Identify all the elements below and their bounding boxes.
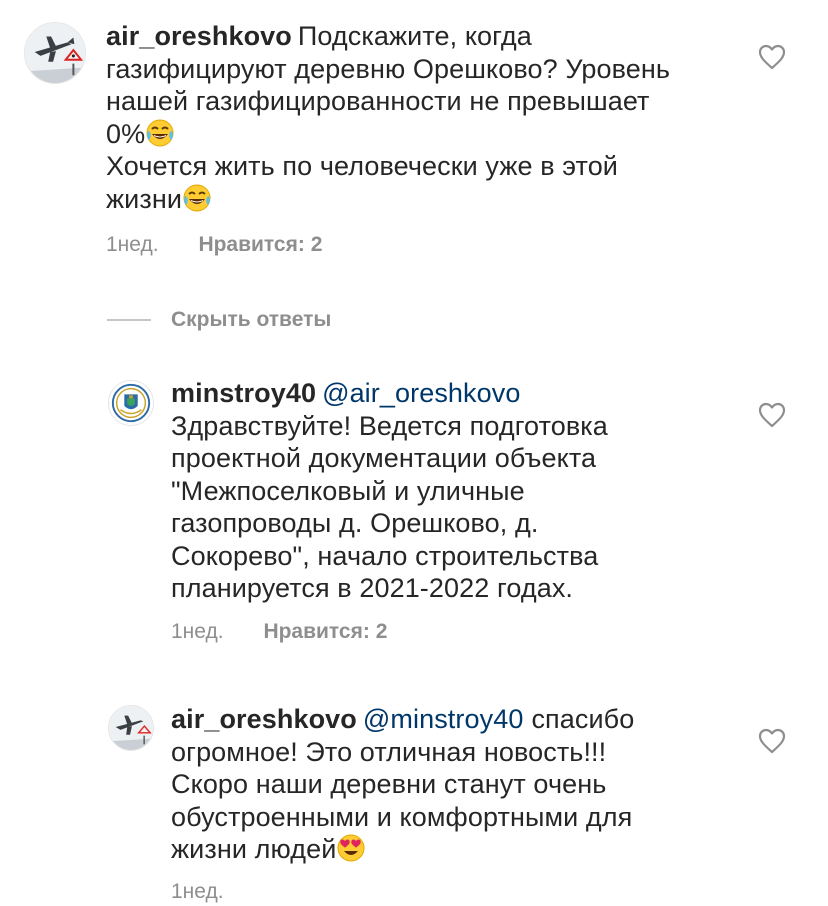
face-with-tears-of-joy-emoji bbox=[182, 183, 212, 213]
comment-username[interactable]: air_oreshkovo bbox=[106, 21, 292, 51]
avatar-airplane-image bbox=[25, 23, 85, 83]
likes-count-button[interactable]: Нравится: 2 bbox=[263, 620, 387, 644]
avatar[interactable] bbox=[108, 705, 154, 751]
hide-replies-button[interactable]: Скрыть ответы bbox=[107, 306, 331, 334]
replies-divider-line bbox=[107, 319, 151, 321]
like-heart-icon[interactable] bbox=[758, 728, 786, 754]
likes-count-button[interactable]: Нравится: 2 bbox=[198, 233, 322, 257]
face-with-tears-of-joy-emoji bbox=[145, 118, 175, 148]
hide-replies-label: Скрыть ответы bbox=[171, 308, 332, 331]
reply-time: 1нед. bbox=[171, 620, 224, 643]
reply-time: 1нед. bbox=[171, 880, 224, 903]
comment-time: 1нед. bbox=[106, 233, 159, 256]
avatar-emblem-image bbox=[109, 381, 153, 425]
avatar[interactable] bbox=[24, 22, 86, 84]
reply-username[interactable]: minstroy40 bbox=[171, 378, 316, 408]
like-heart-icon[interactable] bbox=[758, 44, 786, 70]
mention-link[interactable]: @minstroy40 bbox=[363, 704, 524, 734]
reply-meta: 1нед. Нравится: 2 bbox=[171, 620, 387, 644]
avatar-airplane-image bbox=[109, 706, 153, 750]
comment-meta: 1нед. Нравится: 2 bbox=[106, 233, 322, 257]
heart-eyes-emoji bbox=[336, 833, 366, 863]
reply-text: air_oreshkovo @minstroy40 спасибо огромное… bbox=[171, 704, 635, 864]
comment-text: air_oreshkovo Подскажите, когда газифицир… bbox=[106, 21, 671, 214]
reply-username[interactable]: air_oreshkovo bbox=[171, 704, 357, 734]
avatar[interactable] bbox=[108, 380, 154, 426]
like-heart-icon[interactable] bbox=[758, 402, 786, 428]
reply-meta: 1нед. bbox=[171, 880, 224, 904]
reply-text: minstroy40 @air_oreshkovo Здравствуйте! В… bbox=[171, 378, 608, 603]
mention-link[interactable]: @air_oreshkovo bbox=[322, 378, 520, 408]
